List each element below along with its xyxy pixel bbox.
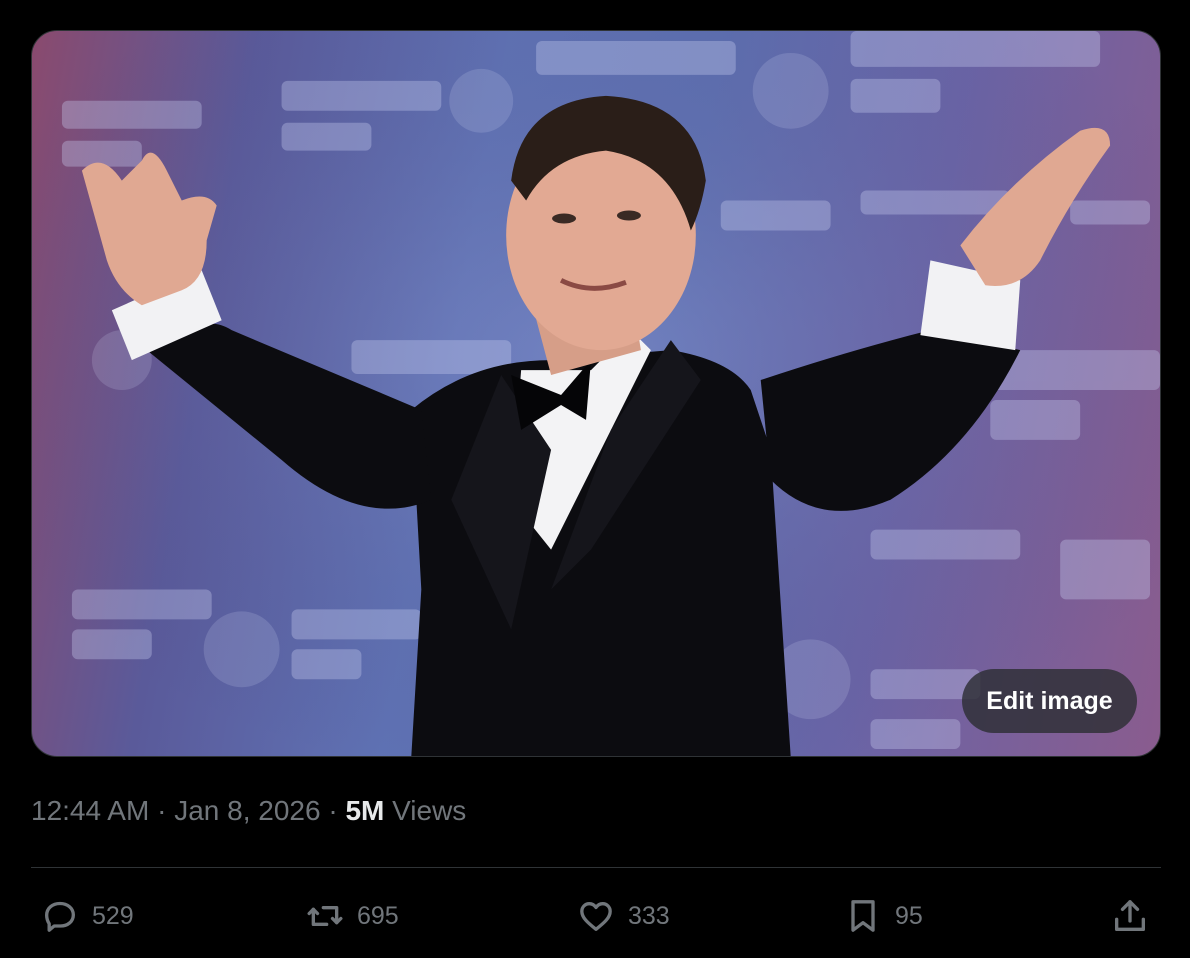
views-label: Views bbox=[392, 795, 467, 826]
heart-icon bbox=[580, 902, 612, 931]
repost-count: 695 bbox=[357, 901, 399, 930]
post-image[interactable]: Edit image bbox=[31, 30, 1161, 757]
edit-image-button[interactable]: Edit image bbox=[962, 669, 1137, 733]
share-upload-icon bbox=[1115, 900, 1145, 931]
post-date[interactable]: Jan 8, 2026 bbox=[174, 795, 320, 826]
repost-arrows-icon bbox=[307, 906, 343, 926]
repost-button[interactable]: 695 bbox=[305, 885, 399, 947]
meta-separator: · bbox=[157, 795, 167, 826]
reply-count: 529 bbox=[92, 901, 134, 930]
like-count: 333 bbox=[628, 901, 670, 930]
divider bbox=[31, 867, 1161, 868]
views-count[interactable]: 5M bbox=[345, 795, 384, 826]
post-time[interactable]: 12:44 AM bbox=[31, 795, 149, 826]
reply-button[interactable]: 529 bbox=[40, 885, 134, 947]
bookmark-count: 95 bbox=[895, 901, 923, 930]
action-bar: 529 695 333 95 bbox=[0, 885, 1190, 947]
bookmark-button[interactable]: 95 bbox=[843, 885, 923, 947]
post-metadata: 12:44 AM · Jan 8, 2026 · 5M Views bbox=[31, 795, 466, 827]
photo-illustration bbox=[32, 31, 1160, 756]
share-button[interactable] bbox=[1110, 885, 1150, 947]
like-button[interactable]: 333 bbox=[576, 885, 670, 947]
meta-separator: · bbox=[328, 795, 338, 826]
speech-bubble-icon bbox=[45, 901, 76, 932]
bookmark-icon bbox=[851, 900, 875, 932]
